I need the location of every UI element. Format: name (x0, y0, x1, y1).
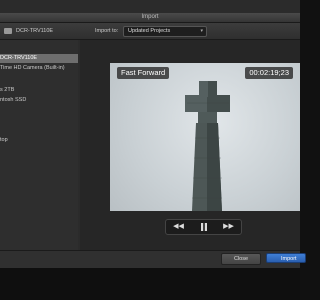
sidebar-item-macintosh-ssd[interactable]: ntosh SSD (0, 96, 78, 105)
pause-icon (200, 223, 207, 231)
device-sidebar: DCR-TRV110E Time HD Camera (Built-in) s … (0, 40, 78, 250)
import-to-value: Updated Projects (128, 28, 171, 34)
close-button[interactable]: Close (221, 253, 261, 265)
window-title: Import (141, 14, 159, 20)
rewind-button[interactable]: ◀◀ (166, 220, 191, 234)
background-area (0, 268, 300, 300)
sidebar-item-drive-2tb[interactable]: s 2TB (0, 86, 78, 95)
chevron-updown-icon: ▾ (200, 28, 203, 34)
camera-icon (4, 28, 12, 34)
transport-controls: ◀◀ ▶▶ (165, 219, 242, 235)
video-viewer: Fast Forward 00:02:19;23 (110, 63, 300, 211)
timecode-display: 00:02:19;23 (245, 67, 293, 79)
fast-forward-button[interactable]: ▶▶ (216, 220, 241, 234)
sidebar-item-facetime-camera[interactable]: Time HD Camera (Built-in) (0, 64, 78, 73)
import-button[interactable]: Import (266, 253, 306, 263)
import-toolbar: DCR-TRV110E Import to: Updated Projects … (0, 23, 300, 40)
device-name: DCR-TRV110E (16, 28, 54, 34)
title-bar: Import (0, 13, 300, 23)
cross-monument-image (185, 81, 230, 211)
fast-forward-icon: ▶▶ (223, 223, 234, 230)
pause-button[interactable] (191, 220, 216, 234)
import-window: Import DCR-TRV110E Import to: Updated Pr… (0, 0, 306, 300)
rewind-icon: ◀◀ (173, 223, 184, 230)
import-to-label: Import to: (95, 28, 119, 34)
sidebar-item-desktop[interactable]: top (0, 136, 78, 145)
playback-mode-label: Fast Forward (117, 67, 170, 79)
sidebar-item-dcr-trv110e[interactable]: DCR-TRV110E (0, 54, 78, 63)
import-to-select[interactable]: Updated Projects ▾ (123, 26, 207, 37)
